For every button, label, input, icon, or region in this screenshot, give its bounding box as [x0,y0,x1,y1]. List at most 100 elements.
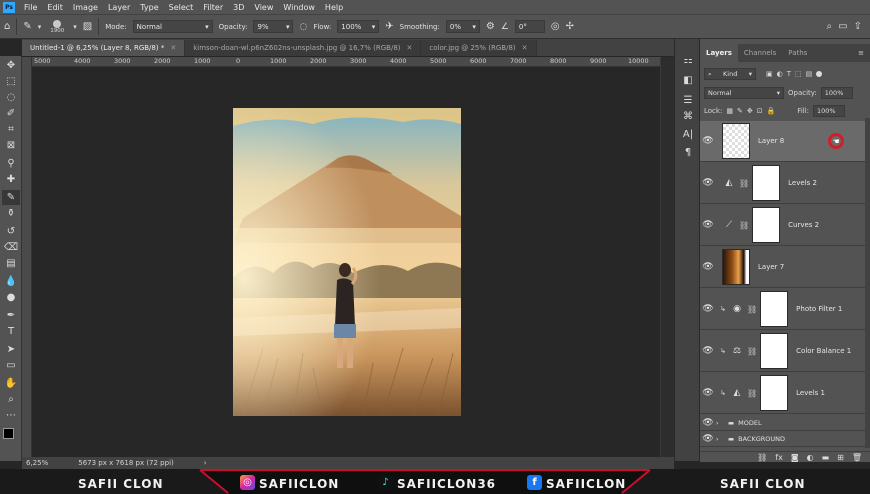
chevron-right-icon[interactable]: › [716,419,724,427]
zoom-tool-icon[interactable]: ⌕ [2,392,20,407]
chevron-right-icon[interactable]: › [716,435,724,443]
eye-icon[interactable]: 👁 [700,220,716,230]
fx-icon[interactable]: fx [775,453,783,462]
rectangle-tool-icon[interactable]: ▭ [2,358,20,373]
brush-tool-icon[interactable]: ✎ [2,190,20,205]
home-icon[interactable]: ⌂ [4,21,10,32]
filter-adjustment-icon[interactable]: ◐ [777,70,783,78]
pressure-opacity-icon[interactable]: ◌ [299,22,307,32]
layer-row[interactable]: 👁 ↳ ⚖ ⛓ Color Balance 1 [700,331,866,372]
lock-position-icon[interactable]: ✥ [747,107,753,115]
move-tool-icon[interactable]: ✥ [2,58,20,73]
link-icon[interactable]: ⛓ [747,389,757,398]
eye-icon[interactable]: 👁 [700,388,716,398]
layer-row[interactable]: 👁 Layer 7 [700,247,866,288]
photoshop-logo[interactable]: Ps [3,1,15,13]
adjustments-icon[interactable]: ◧ [680,73,696,87]
layer-row[interactable]: 👁 Layer 8 ☚ [700,121,866,162]
eyedropper-tool-icon[interactable]: ⚲ [2,156,20,171]
link-icon[interactable]: ⛓ [739,221,749,230]
zoom-level[interactable]: 6,25% [26,459,48,467]
hand-tool-icon[interactable]: ✋ [2,376,20,391]
quick-select-tool-icon[interactable]: ✐ [2,106,20,121]
layer-group-row[interactable]: 👁 › ▬ BACKGROUND [700,431,866,447]
menu-filter[interactable]: Filter [198,3,228,12]
angle-field[interactable]: 0° [514,20,545,33]
menu-edit[interactable]: Edit [42,3,68,12]
smoothing-field[interactable]: 0% ▾ [445,20,480,33]
dodge-tool-icon[interactable]: ● [2,290,20,305]
path-selection-tool-icon[interactable]: ➤ [2,342,20,357]
tab-layers[interactable]: Layers [700,44,738,62]
filter-pixel-icon[interactable]: ▣ [766,70,773,78]
workspace-icon[interactable]: ▭ [838,21,847,32]
close-icon[interactable]: ✕ [522,44,528,52]
mode-select[interactable]: Normal ▾ [132,20,213,33]
layer-mask-thumbnail[interactable] [760,333,789,369]
eye-icon[interactable]: 👁 [700,262,716,272]
paragraph-icon[interactable]: ¶ [680,145,696,159]
horizontal-ruler[interactable]: 5000 4000 3000 2000 1000 0 1000 2000 300… [32,57,660,67]
add-mask-icon[interactable]: ◙ [791,453,799,462]
new-group-icon[interactable]: ▬ [822,453,830,462]
layer-row[interactable]: 👁 ◭ ⛓ Levels 2 [700,163,866,204]
brush-settings-icon[interactable]: ▨ [83,21,92,32]
blend-mode-select[interactable]: Normal ▾ [704,87,784,99]
vertical-ruler[interactable] [22,57,32,457]
menu-help[interactable]: Help [320,3,348,12]
eye-icon[interactable]: 👁 [700,178,716,188]
layer-mask-thumbnail[interactable] [760,291,789,327]
tab-paths[interactable]: Paths [782,44,813,62]
lock-pixels-icon[interactable]: ✎ [737,107,743,115]
layer-row[interactable]: 👁 ↳ ◭ ⛓ Levels 1 [700,373,866,414]
brush-preset-picker[interactable]: 1900 [47,19,67,34]
libraries-icon[interactable]: ⚏ [680,53,696,67]
lock-all-icon[interactable]: 🔒 [767,107,776,115]
new-layer-icon[interactable]: ⊞ [837,453,844,462]
symmetry-icon[interactable]: ✢ [566,21,574,32]
type-tool-icon[interactable]: T [2,324,20,339]
crop-tool-icon[interactable]: ⌗ [2,122,20,137]
canvas-scrollbar[interactable] [660,57,674,457]
fill-field[interactable]: 100% [813,105,846,117]
menu-view[interactable]: View [249,3,278,12]
chevron-right-icon[interactable]: › [204,459,207,467]
filter-kind-select[interactable]: ⌕ Kind ▾ [704,68,756,80]
layer-opacity-field[interactable]: 100% [820,87,853,99]
healing-brush-tool-icon[interactable]: ✚ [2,172,20,187]
layer-mask-thumbnail[interactable] [752,165,781,201]
eye-icon[interactable]: 👁 [700,136,716,146]
character-icon[interactable]: A| [680,127,696,141]
brush-tool-icon[interactable]: ✎ [23,21,31,32]
lock-artboard-icon[interactable]: ⊡ [757,107,763,115]
lasso-tool-icon[interactable]: ◌ [2,90,20,105]
tab-kimson-doan[interactable]: kimson-doan-wl.p6nZ602ns-unsplash.jpg @ … [185,40,422,56]
panel-menu-icon[interactable]: ≡ [858,49,864,57]
airbrush-icon[interactable]: ✈ [385,21,393,32]
filter-type-icon[interactable]: T [787,70,791,78]
menu-image[interactable]: Image [68,3,103,12]
tab-channels[interactable]: Channels [738,44,782,62]
link-icon[interactable]: ⛓ [739,179,749,188]
filter-toggle-icon[interactable] [816,71,823,77]
eye-icon[interactable]: 👁 [700,434,716,444]
layer-row[interactable]: 👁 ↳ ◉ ⛓ Photo Filter 1 [700,289,866,330]
eye-icon[interactable]: 👁 [700,304,716,314]
gradient-tool-icon[interactable]: ▤ [2,256,20,271]
history-icon[interactable]: ☰ [680,93,696,107]
filter-shape-icon[interactable]: ⬚ [795,70,802,78]
trash-icon[interactable]: 🗑 [852,453,862,462]
layers-scrollbar[interactable] [865,118,870,448]
menu-file[interactable]: File [19,3,42,12]
menu-3d[interactable]: 3D [228,3,249,12]
layer-mask-thumbnail[interactable] [752,207,781,243]
blur-tool-icon[interactable]: 💧 [2,274,20,289]
opacity-field[interactable]: 9% ▾ [253,20,294,33]
chevron-down-icon[interactable]: ▾ [38,23,42,31]
angle-icon[interactable]: ∠ [501,22,509,32]
flow-field[interactable]: 100% ▾ [337,20,380,33]
frame-tool-icon[interactable]: ⊠ [2,138,20,153]
history-brush-tool-icon[interactable]: ↺ [2,224,20,239]
eraser-tool-icon[interactable]: ⌫ [2,240,20,255]
gear-icon[interactable]: ⚙ [486,21,495,32]
